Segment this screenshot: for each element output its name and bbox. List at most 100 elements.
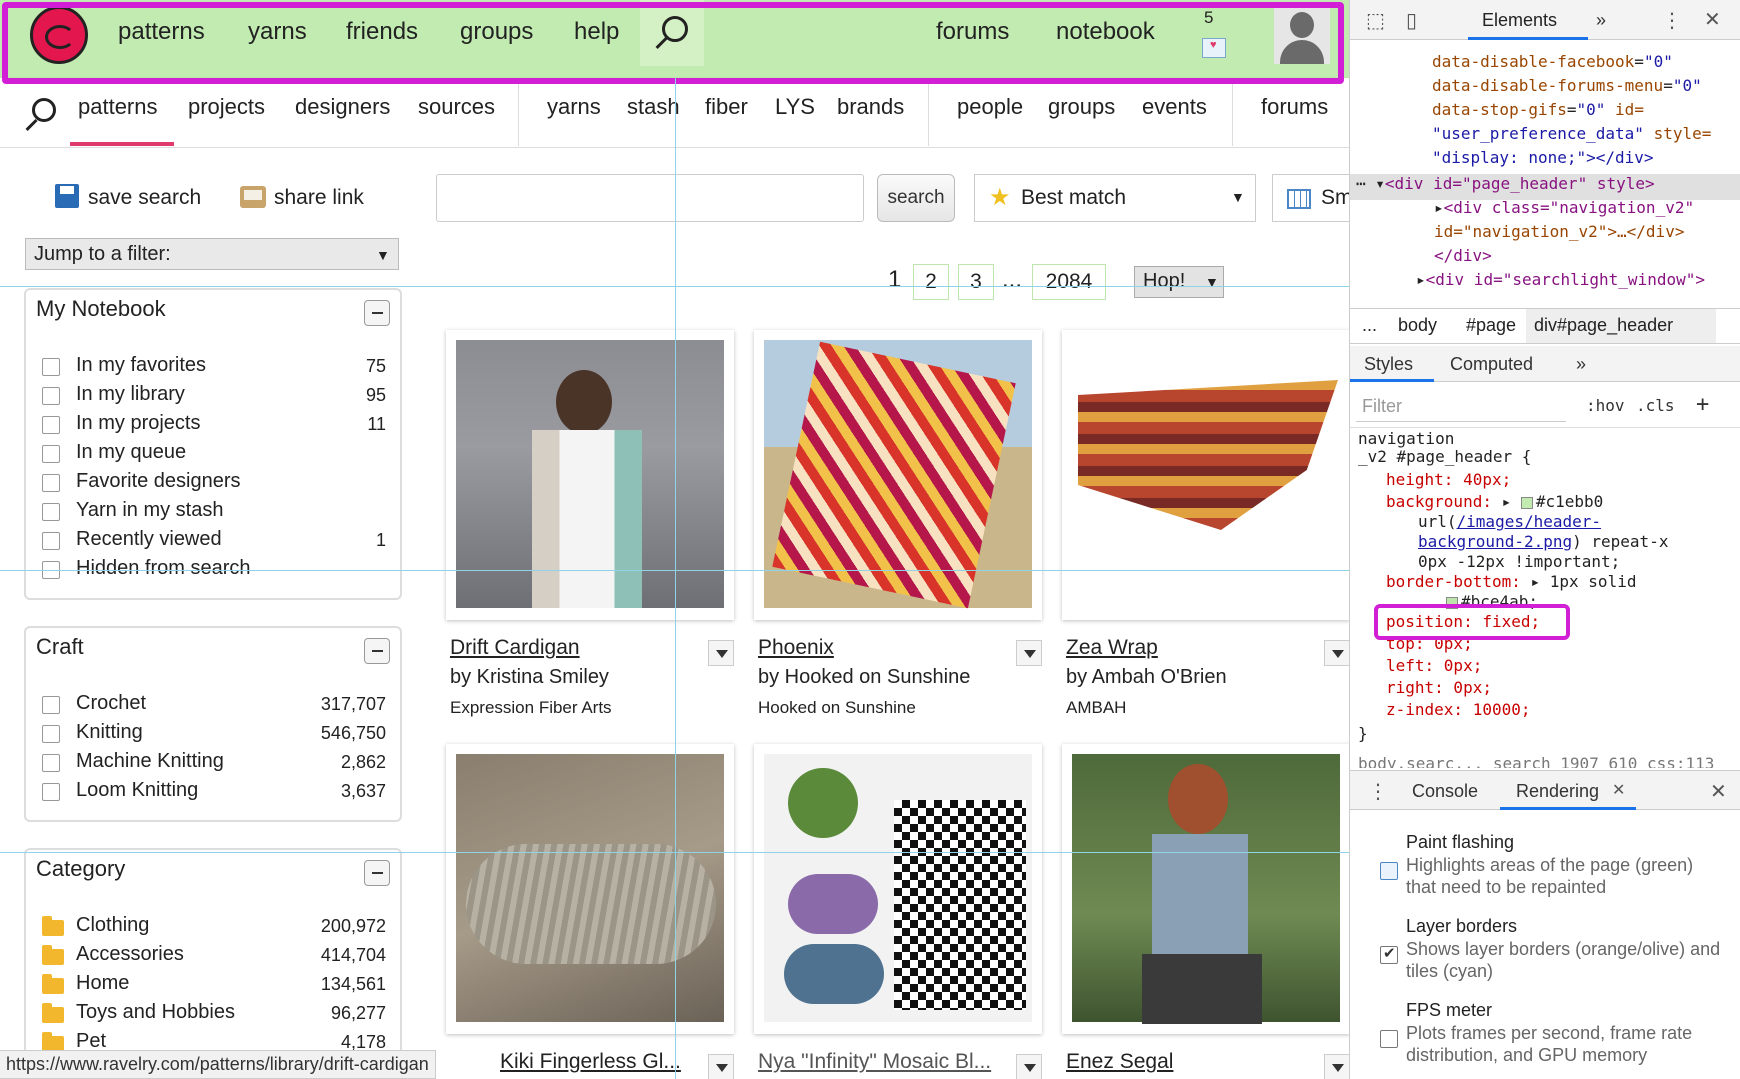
collapse-panel-button[interactable] <box>364 860 390 886</box>
filter-row[interactable]: In my library 95 <box>42 383 386 411</box>
nav-help[interactable]: help <box>574 18 619 46</box>
search-button[interactable]: search <box>877 174 955 222</box>
filter-row[interactable]: Clothing 200,972 <box>42 914 386 942</box>
breadcrumb-item[interactable]: body <box>1398 315 1437 336</box>
tab-more[interactable]: » <box>1576 354 1586 375</box>
class-toggle[interactable]: .cls <box>1636 396 1675 415</box>
dom-line[interactable]: data-disable-facebook="0" <box>1432 50 1673 74</box>
card-menu-dropdown[interactable] <box>1324 1054 1349 1079</box>
subnav-yarns[interactable]: yarns <box>547 94 601 120</box>
subnav-projects[interactable]: projects <box>188 94 265 120</box>
css-selector[interactable]: _v2 #page_header { <box>1358 448 1531 466</box>
css-declaration[interactable]: left: 0px; <box>1386 656 1482 676</box>
collapse-panel-button[interactable] <box>364 300 390 326</box>
pattern-designer[interactable]: by Ambah O'Brien <box>1066 666 1227 689</box>
nav-friends[interactable]: friends <box>346 18 418 46</box>
rendering-option[interactable]: Layer borders Shows layer borders (orang… <box>1380 916 1740 996</box>
pattern-title-link[interactable]: Kiki Fingerless Gl... <box>500 1050 681 1074</box>
pattern-source[interactable]: Expression Fiber Arts <box>450 698 612 718</box>
kebab-menu-icon[interactable]: ⋮ <box>1368 779 1388 804</box>
dom-line[interactable]: ▸<div class="navigation_v2" <box>1434 196 1694 220</box>
subnav-patterns[interactable]: patterns <box>78 94 158 120</box>
ravelry-logo[interactable] <box>30 6 88 64</box>
card-menu-dropdown[interactable] <box>708 1054 734 1079</box>
filter-row[interactable]: In my projects 11 <box>42 412 386 440</box>
dom-line[interactable]: "user_preference_data" style= <box>1432 122 1711 146</box>
css-declaration[interactable]: border-bottom: ▸ 1px solid <box>1386 572 1636 592</box>
styles-filter-input[interactable]: Filter <box>1356 390 1566 422</box>
checkbox[interactable] <box>42 696 60 714</box>
checkbox[interactable] <box>42 358 60 376</box>
filter-row[interactable]: Home 134,561 <box>42 972 386 1000</box>
checkbox[interactable] <box>42 725 60 743</box>
sort-select[interactable]: ★ Best match ▼ <box>974 174 1256 222</box>
tab-styles[interactable]: Styles <box>1364 354 1413 375</box>
view-mode-select[interactable]: Sm <box>1272 174 1349 222</box>
inspect-element-icon[interactable]: ⬚ <box>1366 8 1385 33</box>
tab-elements[interactable]: Elements <box>1482 10 1557 31</box>
tab-more[interactable]: » <box>1596 10 1606 31</box>
pattern-search-input[interactable] <box>436 174 864 222</box>
css-declaration[interactable]: z-index: 10000; <box>1386 700 1531 720</box>
pattern-source[interactable]: Hooked on Sunshine <box>758 698 916 718</box>
kebab-menu-icon[interactable]: ⋮ <box>1662 8 1682 33</box>
next-css-rule[interactable]: body.searc... search 1907 610 css:113 <box>1358 754 1714 768</box>
subnav-events[interactable]: events <box>1142 94 1207 120</box>
card-menu-dropdown[interactable] <box>1324 640 1349 666</box>
card-menu-dropdown[interactable] <box>1016 1054 1042 1079</box>
device-toolbar-icon[interactable]: ▯ <box>1406 8 1417 33</box>
filter-row[interactable]: Knitting 546,750 <box>42 721 386 749</box>
pattern-card-image[interactable] <box>446 330 734 620</box>
checkbox[interactable] <box>42 532 60 550</box>
nav-search-button[interactable] <box>640 0 704 66</box>
close-icon[interactable]: ✕ <box>1704 7 1721 32</box>
pattern-source[interactable]: AMBAH <box>1066 698 1126 718</box>
checkbox[interactable] <box>42 474 60 492</box>
pattern-title-link[interactable]: Zea Wrap <box>1066 636 1158 660</box>
css-url-link[interactable]: /images/header- <box>1457 512 1602 531</box>
color-swatch[interactable] <box>1520 496 1533 509</box>
nav-patterns[interactable]: patterns <box>118 18 205 46</box>
dom-line[interactable]: data-disable-forums-menu="0" <box>1432 74 1702 98</box>
jump-to-filter-select[interactable]: Jump to a filter: ▼ <box>25 238 399 270</box>
collapse-panel-button[interactable] <box>364 638 390 664</box>
rendering-option[interactable]: FPS meter Plots frames per second, frame… <box>1380 1000 1740 1079</box>
card-menu-dropdown[interactable] <box>708 640 734 666</box>
breadcrumb-item[interactable]: ... <box>1362 315 1377 336</box>
subnav-lys[interactable]: LYS <box>775 94 815 120</box>
close-icon[interactable]: ✕ <box>1710 779 1727 804</box>
filter-row[interactable]: Crochet 317,707 <box>42 692 386 720</box>
subnav-groups[interactable]: groups <box>1048 94 1115 120</box>
subnav-sources[interactable]: sources <box>418 94 495 120</box>
card-menu-dropdown[interactable] <box>1016 640 1042 666</box>
mail-icon[interactable] <box>1202 38 1226 58</box>
pattern-designer[interactable]: by Kristina Smiley <box>450 666 609 689</box>
checkbox[interactable] <box>42 754 60 772</box>
share-link[interactable]: share link <box>274 186 364 210</box>
pattern-title-link[interactable]: Phoenix <box>758 636 834 660</box>
checkbox[interactable] <box>1380 862 1398 880</box>
pattern-card-image[interactable] <box>754 744 1042 1034</box>
checkbox-checked[interactable] <box>1380 944 1398 964</box>
add-rule-icon[interactable]: + <box>1696 392 1709 417</box>
color-swatch[interactable] <box>1446 596 1458 609</box>
checkbox[interactable] <box>1380 1030 1398 1048</box>
subnav-designers[interactable]: designers <box>295 94 390 120</box>
checkbox[interactable] <box>42 387 60 405</box>
pattern-card-image[interactable] <box>754 330 1042 620</box>
breadcrumb-item[interactable]: div#page_header <box>1534 315 1673 336</box>
css-declaration[interactable]: #bce4ab; <box>1446 592 1538 612</box>
css-declaration[interactable]: background: ▸ #c1ebb0 <box>1386 492 1603 512</box>
subnav-stash[interactable]: stash <box>627 94 680 120</box>
css-declaration[interactable]: background-2.png) repeat-x <box>1418 532 1668 552</box>
css-declaration[interactable]: url(/images/header- <box>1418 512 1601 532</box>
dom-line[interactable]: </div> <box>1434 244 1492 268</box>
close-tab-icon[interactable]: ✕ <box>1612 780 1625 800</box>
rendering-option[interactable]: Paint flashing Highlights areas of the p… <box>1380 832 1740 912</box>
filter-row[interactable]: In my queue <box>42 441 386 469</box>
nav-yarns[interactable]: yarns <box>248 18 307 46</box>
pattern-designer[interactable]: by Hooked on Sunshine <box>758 666 970 689</box>
hop-page-select[interactable]: Hop! ▼ <box>1134 266 1224 298</box>
css-url-link[interactable]: background-2.png <box>1418 532 1572 551</box>
filter-row[interactable]: Machine Knitting 2,862 <box>42 750 386 778</box>
